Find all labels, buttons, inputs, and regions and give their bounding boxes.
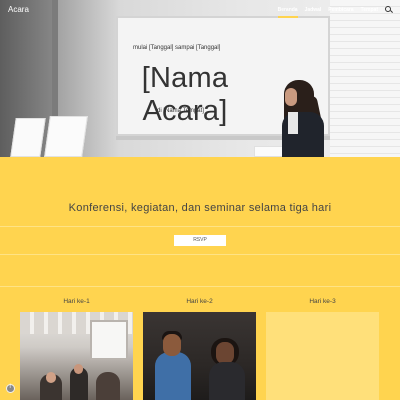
day-label-1: Hari ke-1: [63, 298, 90, 305]
audience-person: [96, 372, 120, 400]
hero-dates: mulai [Tanggal] sampai [Tanggal]: [133, 45, 221, 51]
speaker-woman-head: [216, 342, 234, 364]
window: [90, 320, 128, 360]
divider: [0, 254, 400, 255]
audience-face: [46, 372, 56, 383]
hero-presenter-collar: [288, 112, 298, 134]
day-label-3: Hari ke-3: [309, 298, 336, 305]
day-label-2: Hari ke-2: [186, 298, 213, 305]
audience-face: [74, 364, 83, 374]
nav-item-jadwal[interactable]: Jadwal: [305, 0, 322, 13]
info-icon[interactable]: [6, 384, 15, 393]
divider: [0, 226, 400, 227]
top-nav: Beranda Jadwal Pembicara Tempat: [277, 0, 400, 20]
hero-presenter-face: [285, 88, 297, 106]
event-tagline: Konferensi, kegiatan, dan seminar selama…: [68, 202, 332, 214]
hero-window-blinds: [330, 0, 400, 157]
day-3-image-placeholder: [266, 312, 379, 400]
hero-place: di [Nama Tempat]: [157, 108, 204, 114]
hero-title: [Nama Acara]: [141, 62, 229, 127]
nav-item-tempat[interactable]: Tempat: [361, 0, 378, 13]
nav-item-pembicara[interactable]: Pembicara: [328, 0, 353, 13]
rsvp-button[interactable]: RSVP: [174, 235, 226, 246]
speaker-woman-body: [209, 362, 245, 400]
hero-paper-sheet: [10, 118, 46, 157]
speaker-man-head: [163, 334, 181, 356]
site-title[interactable]: Acara: [8, 5, 29, 14]
hero-paper-sheet: [44, 116, 88, 157]
divider: [0, 286, 400, 287]
day-1-image: [20, 312, 133, 400]
day-2-image: [143, 312, 256, 400]
speaker-man-body: [155, 352, 191, 400]
search-icon[interactable]: [385, 6, 393, 14]
nav-item-beranda[interactable]: Beranda: [277, 0, 298, 18]
